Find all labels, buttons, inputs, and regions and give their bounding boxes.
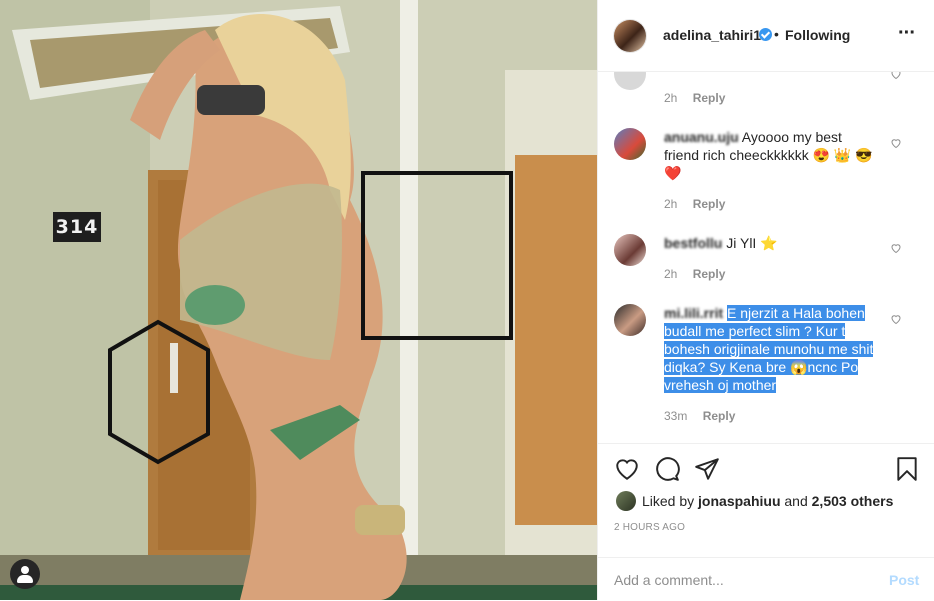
like-comment-icon[interactable] — [890, 72, 902, 80]
comment-body: bestfollu Ji YlI ⭐ — [664, 234, 879, 252]
add-comment-bar: Add a comment... Post — [598, 557, 934, 601]
comment-username[interactable]: bestfollu — [664, 235, 722, 251]
post-sidebar: adelina_tahiri1 • Following ··· 2h Reply… — [597, 0, 934, 600]
room-number-sign: 314 — [53, 212, 101, 242]
tagged-users-icon[interactable] — [10, 559, 40, 589]
post-comment-button[interactable]: Post — [889, 572, 919, 588]
like-heart-icon[interactable] — [614, 456, 640, 482]
comment-meta: 33m Reply — [664, 409, 747, 423]
more-options-icon[interactable]: ··· — [898, 23, 918, 43]
post-timestamp[interactable]: 2 HOURS AGO — [614, 522, 685, 533]
comment-avatar[interactable] — [614, 234, 646, 266]
author-avatar[interactable] — [614, 20, 646, 52]
reply-button[interactable]: Reply — [703, 409, 736, 423]
likes-count[interactable]: 2,503 others — [812, 493, 894, 509]
reply-button[interactable]: Reply — [693, 197, 726, 211]
verified-badge-icon — [759, 28, 772, 41]
following-button[interactable]: Following — [785, 27, 850, 43]
like-comment-icon[interactable] — [890, 137, 902, 149]
header-separator: • — [774, 26, 779, 42]
post-header: adelina_tahiri1 • Following ··· — [598, 0, 934, 72]
liked-by-prefix: Liked by — [642, 493, 695, 509]
comment-time[interactable]: 2h — [664, 267, 677, 281]
comment-bubble-icon[interactable] — [654, 456, 680, 482]
share-direct-icon[interactable] — [694, 456, 720, 482]
comment-time[interactable]: 33m — [664, 409, 687, 423]
post-actions: Liked by jonaspahiuu and 2,503 others 2 … — [598, 443, 934, 600]
liked-by-summary: Liked by jonaspahiuu and 2,503 others — [642, 493, 893, 509]
like-comment-icon[interactable] — [890, 313, 902, 325]
comment-body: mi.lili.rrit E njerzit a Hala bohen buda… — [664, 304, 879, 394]
liked-by-and: and — [784, 493, 808, 509]
comment-avatar[interactable] — [614, 128, 646, 160]
comment-username[interactable]: mi.lili.rrit — [664, 305, 723, 321]
like-comment-icon[interactable] — [890, 242, 902, 254]
comment-text: Ji YlI ⭐ — [726, 235, 778, 251]
comment-avatar[interactable] — [614, 72, 646, 90]
save-bookmark-icon[interactable] — [894, 456, 920, 482]
comment-avatar[interactable] — [614, 304, 646, 336]
author-username[interactable]: adelina_tahiri1 — [663, 27, 761, 43]
comment-time[interactable]: 2h — [664, 197, 677, 211]
liked-by-user[interactable]: jonaspahiuu — [698, 493, 780, 509]
comment-meta: 2h Reply — [664, 91, 737, 105]
photo-scene — [0, 0, 597, 600]
comment-meta: 2h Reply — [664, 197, 737, 211]
reply-button[interactable]: Reply — [693, 91, 726, 105]
comment-body: anuanu.uju Ayoooo my best friend rich ch… — [664, 128, 879, 182]
comment-time[interactable]: 2h — [664, 91, 677, 105]
liked-by-avatar[interactable] — [616, 491, 636, 511]
reply-button[interactable]: Reply — [693, 267, 726, 281]
comment-input[interactable]: Add a comment... — [614, 572, 724, 588]
comment-meta: 2h Reply — [664, 267, 737, 281]
post-photo[interactable]: 314 — [0, 0, 597, 600]
comments-list[interactable]: 2h Reply anuanu.uju Ayoooo my best frien… — [598, 72, 934, 443]
comment-username[interactable]: anuanu.uju — [664, 129, 739, 145]
